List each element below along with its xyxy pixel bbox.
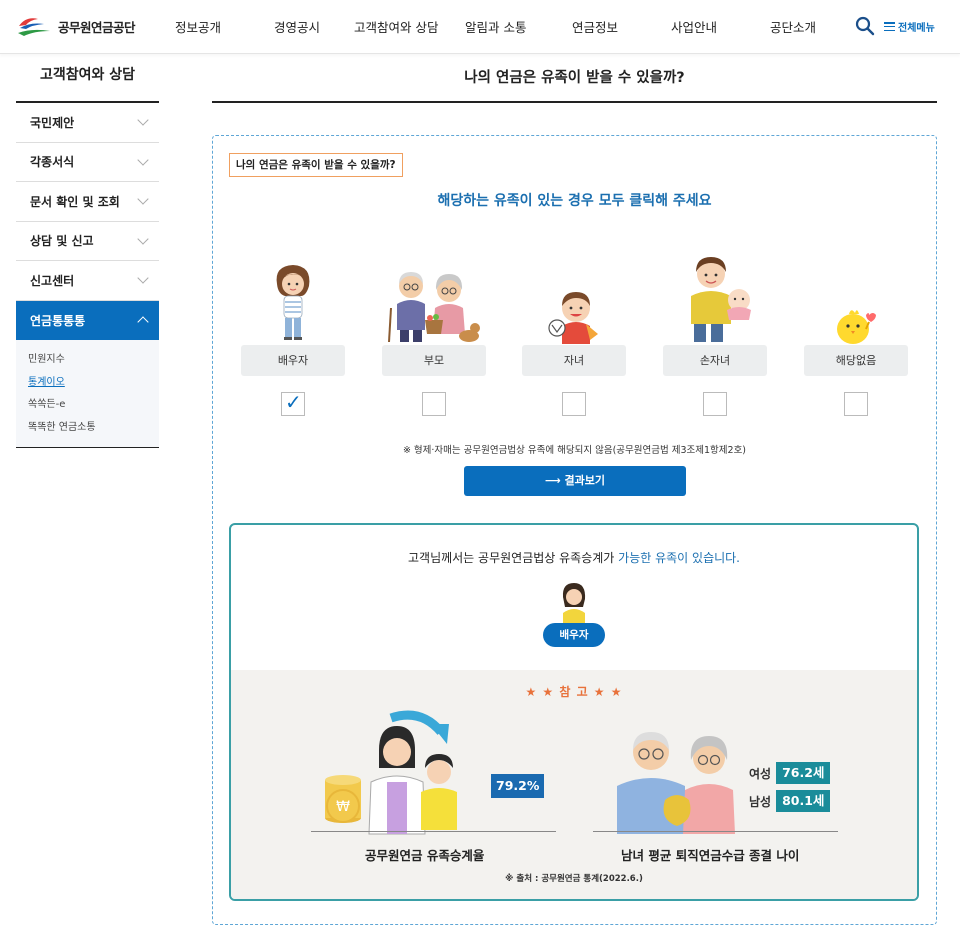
sidebar-title: 고객참여와 상담	[39, 67, 136, 83]
nav-item-news[interactable]: 알림과 소통	[465, 17, 526, 36]
submenu-item[interactable]: 쏙쏙든-e	[28, 394, 147, 417]
chevron-down-icon	[137, 272, 149, 284]
checkbox-spouse[interactable]: ✓	[281, 390, 305, 416]
checkbox-none[interactable]	[844, 392, 868, 416]
result-panel: 고객님께서는 공무원연금법상 유족승계가 가능한 유족이 있습니다. 배우자 ★…	[229, 523, 919, 901]
all-menu-button[interactable]: 전체메뉴	[884, 19, 935, 34]
search-icon[interactable]	[855, 16, 875, 36]
sidebar-item-documents[interactable]: 문서 확인 및 조회	[16, 182, 159, 222]
option-parents[interactable]: 부모	[382, 345, 486, 376]
sidebar-item-forms[interactable]: 각종서식	[16, 143, 159, 182]
nav-item-info[interactable]: 정보공개	[175, 17, 221, 36]
sidebar-item-label: 연금통통통	[30, 313, 86, 328]
option-grandchildren[interactable]: 손자녀	[663, 345, 767, 376]
global-header: 공무원연금공단 정보공개 경영공시 고객참여와 상담 알림과 소통 연금정보 사…	[0, 0, 960, 54]
chevron-down-icon	[137, 193, 149, 205]
check-icon: ✓	[285, 390, 302, 414]
parents-illustration	[388, 272, 480, 343]
succession-illustration: ₩	[325, 710, 457, 835]
nav-item-customer[interactable]: 고객참여와 상담	[354, 17, 438, 36]
chevron-down-icon	[137, 114, 149, 126]
submenu-item[interactable]: 민원지수	[28, 349, 147, 372]
checkbox-grandchildren[interactable]	[703, 392, 727, 416]
sidebar: 국민제안 각종서식 문서 확인 및 조회 상담 및 신고 신고센터 연금통통통 …	[16, 101, 159, 448]
submenu-item-active[interactable]: 통계이오	[28, 372, 147, 395]
option-spouse[interactable]: 배우자	[241, 345, 345, 376]
chevron-down-icon	[137, 233, 149, 245]
result-badge-spouse: 배우자	[543, 623, 605, 647]
submenu-item[interactable]: 똑똑한 연금소통	[28, 417, 147, 440]
checkbox-children[interactable]	[562, 392, 586, 416]
main-nav: 정보공개 경영공시 고객참여와 상담 알림과 소통 연금정보 사업안내 공단소개	[0, 17, 960, 37]
reference-title: ★ ★ 참 고 ★ ★	[525, 685, 623, 699]
nav-item-about[interactable]: 공단소개	[770, 17, 816, 36]
sidebar-submenu: 민원지수 통계이오 쏙쏙든-e 똑똑한 연금소통	[16, 340, 159, 448]
spouse-illustration	[276, 265, 310, 340]
succession-rate-value: 79.2%	[491, 774, 545, 798]
all-menu-label: 전체메뉴	[898, 23, 935, 34]
won-coin-icon: ₩	[336, 799, 350, 815]
sidebar-item-proposal[interactable]: 국민제안	[16, 103, 159, 143]
chevron-up-icon	[137, 316, 149, 328]
chick-illustration	[837, 310, 876, 344]
sidebar-item-label: 신고센터	[30, 273, 75, 288]
result-message-text: 고객님께서는 공무원연금법상 유족승계가	[407, 551, 619, 565]
baseline-right	[593, 831, 838, 832]
nav-item-pension-info[interactable]: 연금정보	[572, 17, 618, 36]
sidebar-item-label: 각종서식	[30, 155, 75, 170]
reference-section: ★ ★ 참 고 ★ ★ ₩ 79.2% 공무원연금 유족승계율 여성 76.2세…	[231, 670, 917, 899]
sidebar-item-pension-talk[interactable]: 연금통통통	[16, 300, 159, 340]
male-age-row: 남성 80.1세	[749, 790, 831, 812]
hamburger-icon	[884, 22, 895, 31]
view-result-button[interactable]: ⟶ 결과보기	[464, 466, 686, 496]
option-children[interactable]: 자녀	[522, 345, 626, 376]
female-label: 여성	[749, 766, 772, 781]
female-age-row: 여성 76.2세	[749, 762, 831, 784]
male-label: 남성	[749, 794, 772, 809]
title-divider	[212, 101, 937, 103]
nav-item-business[interactable]: 사업안내	[671, 17, 717, 36]
succession-rate-caption: 공무원연금 유족승계율	[365, 848, 485, 863]
sidebar-item-label: 국민제안	[30, 115, 75, 130]
sidebar-item-consult[interactable]: 상담 및 신고	[16, 222, 159, 261]
child-illustration	[548, 292, 598, 344]
section-tag: 나의 연금은 유족이 받을 수 있을까?	[229, 153, 403, 177]
retirement-age-caption: 남녀 평균 퇴직연금수급 종결 나이	[621, 848, 800, 863]
instruction-text: 해당하는 유족이 있는 경우 모두 클릭해 주세요	[437, 193, 712, 209]
result-message-highlight: 가능한 유족이 있습니다.	[618, 551, 741, 565]
source-note: ※ 출처 : 공무원연금 통계(2022.6.)	[505, 874, 643, 884]
sidebar-item-report-center[interactable]: 신고센터	[16, 261, 159, 301]
result-message: 고객님께서는 공무원연금법상 유족승계가 가능한 유족이 있습니다.	[231, 549, 917, 566]
retirees-illustration	[617, 732, 735, 834]
sidebar-item-label: 상담 및 신고	[30, 234, 94, 249]
checkbox-parents[interactable]	[422, 392, 446, 416]
page-title: 나의 연금은 유족이 받을 수 있을까?	[464, 70, 685, 86]
option-none[interactable]: 해당없음	[804, 345, 908, 376]
nav-item-management[interactable]: 경영공시	[274, 17, 320, 36]
grandchild-illustration	[691, 257, 751, 342]
sidebar-item-label: 문서 확인 및 조회	[30, 194, 120, 209]
chevron-down-icon	[137, 154, 149, 166]
spouse-avatar-illustration	[562, 583, 586, 625]
baseline-left	[311, 831, 556, 832]
female-age-value: 76.2세	[776, 762, 831, 784]
sibling-note: ※ 형제·자매는 공무원연금법상 유족에 해당되지 않음(공무원연금법 제3조제…	[402, 445, 747, 456]
male-age-value: 80.1세	[776, 790, 831, 812]
